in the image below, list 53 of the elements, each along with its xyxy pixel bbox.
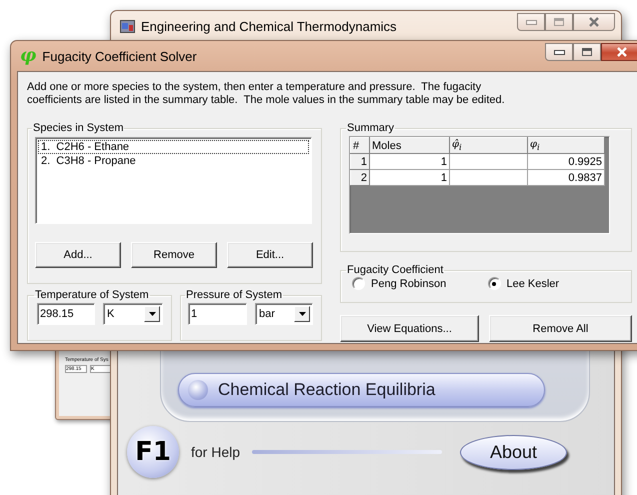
- list-button[interactable]: Add...: [35, 242, 121, 268]
- group-label: Fugacity Coefficient: [346, 264, 444, 276]
- minimize-icon: [526, 20, 536, 24]
- column-header: φ$_{i}$: [528, 138, 604, 154]
- column-header: #: [350, 138, 370, 154]
- help-key-badge: F1: [127, 426, 179, 478]
- radio-button[interactable]: [352, 277, 365, 290]
- row-number: 1: [350, 154, 370, 170]
- moles-cell[interactable]: 1: [370, 170, 450, 186]
- close-button[interactable]: [601, 43, 637, 61]
- close-icon: [616, 47, 628, 57]
- caret-icon: [298, 312, 306, 316]
- column-header: Moles: [370, 138, 450, 154]
- caret-icon: [148, 312, 156, 316]
- row-number: 2: [350, 170, 370, 186]
- table-cell: 0.9837: [528, 170, 604, 186]
- radio-button[interactable]: [488, 277, 500, 290]
- species-list[interactable]: 1. C2H6 - Ethane 2. C3H8 - Propane: [35, 137, 312, 224]
- moles-cell[interactable]: 1: [370, 154, 450, 170]
- window-title: Fugacity Coefficient Solver: [42, 48, 197, 64]
- maximize-button[interactable]: [545, 13, 573, 31]
- action-button[interactable]: View Equations...: [340, 315, 479, 342]
- unit-dropdown[interactable]: K: [103, 303, 163, 325]
- unit-dropdown[interactable]: bar: [255, 303, 313, 325]
- radio-label[interactable]: Peng Robinson: [371, 278, 446, 290]
- action-button[interactable]: Remove All: [489, 315, 632, 342]
- window-title: Engineering and Chemical Thermodynamics: [141, 18, 397, 34]
- column-header: φ̂$_{i}$: [450, 138, 528, 154]
- group-label: Temperature of System: [34, 289, 150, 301]
- minimize-icon: [554, 50, 564, 54]
- close-icon: [588, 17, 600, 27]
- close-button[interactable]: [573, 13, 615, 31]
- table-cell: 0.9925: [528, 154, 604, 170]
- pressure-field[interactable]: 1: [188, 303, 247, 325]
- list-item[interactable]: 1. C2H6 - Ethane: [38, 140, 309, 154]
- group-label: Summary: [346, 122, 396, 134]
- group-label: Pressure of System: [185, 289, 283, 301]
- app-icon: [120, 20, 135, 32]
- menu-button[interactable]: Chemical Reaction Equilibria: [178, 373, 545, 407]
- list-item[interactable]: 2. C3H8 - Propane: [38, 154, 309, 168]
- help-label: for Help: [191, 444, 240, 460]
- temperature-field[interactable]: 298.15: [37, 303, 95, 325]
- maximize-icon: [554, 18, 564, 26]
- group-label: Species in System: [32, 122, 124, 134]
- list-button[interactable]: Edit...: [227, 242, 313, 268]
- list-button[interactable]: Remove: [131, 242, 217, 268]
- about-button[interactable]: About: [460, 434, 568, 470]
- maximize-icon: [582, 48, 592, 56]
- radio-label[interactable]: Lee Kesler: [506, 278, 560, 290]
- minimize-button[interactable]: [545, 43, 573, 61]
- maximize-button[interactable]: [573, 43, 601, 61]
- phi-icon: φ: [20, 47, 36, 65]
- instructions-text: Add one or more species to the system, then enter a temperature and pressure. The fugacity coefficients are listed in the summary table. The mole values in the summary table may be edited.: [27, 81, 506, 107]
